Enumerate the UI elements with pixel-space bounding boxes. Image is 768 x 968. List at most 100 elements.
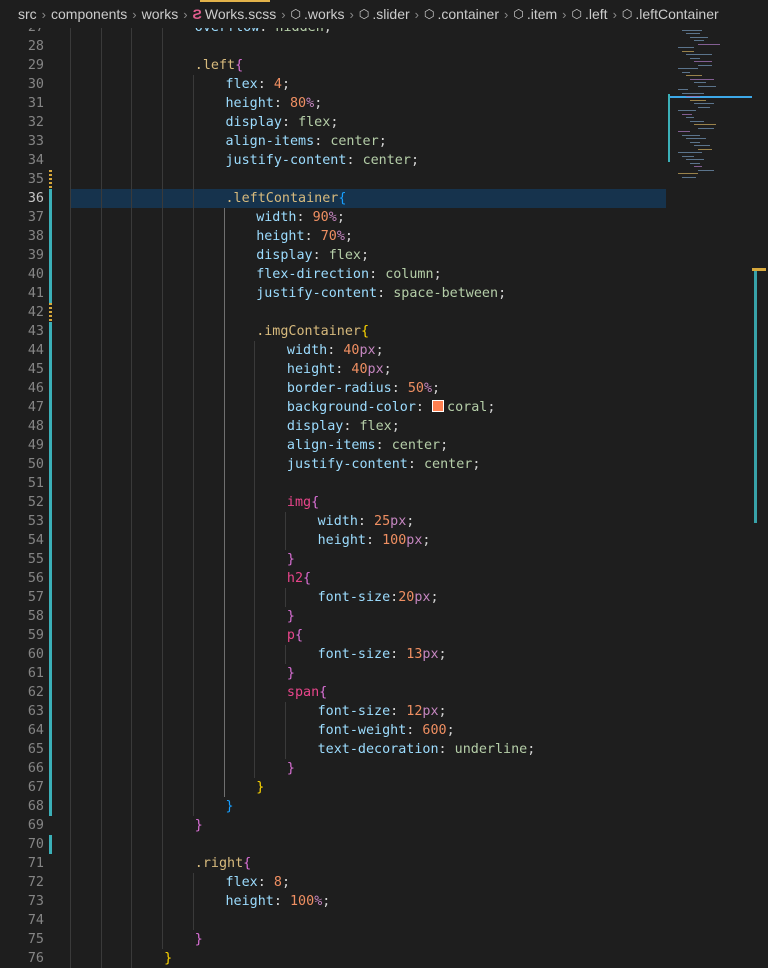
code-line[interactable]: 29 .left{ — [0, 56, 768, 75]
gutter-modified-marker[interactable] — [49, 436, 52, 455]
code-line[interactable]: 76} — [0, 949, 768, 968]
gutter-modified-marker[interactable] — [49, 474, 52, 493]
code-line[interactable]: 31 height: 80%; — [0, 94, 768, 113]
code-line[interactable]: 35 — [0, 170, 768, 189]
code-line[interactable]: 50 justify-content: center; — [0, 455, 768, 474]
code-line[interactable]: 70 — [0, 835, 768, 854]
indent-guide — [100, 626, 102, 645]
code-line[interactable]: 61} — [0, 664, 768, 683]
code-line[interactable]: 49 align-items: center; — [0, 436, 768, 455]
breadcrumb-item[interactable]: ⬡ .container — [424, 6, 499, 22]
code-line[interactable]: 28 — [0, 37, 768, 56]
scrollbar-change-markers[interactable] — [754, 268, 757, 523]
code-line[interactable]: 33 align-items: center; — [0, 132, 768, 151]
code-line[interactable]: 73 height: 100%; — [0, 892, 768, 911]
gutter-modified-marker[interactable] — [49, 322, 52, 341]
gutter-modified-marker[interactable] — [49, 588, 52, 607]
code-line[interactable]: 60 font-size: 13px; — [0, 645, 768, 664]
gutter-modified-marker[interactable] — [49, 607, 52, 626]
minimap[interactable] — [668, 24, 756, 194]
gutter-modified-marker[interactable] — [49, 683, 52, 702]
gutter-modified-marker[interactable] — [49, 208, 52, 227]
code-line[interactable]: 67} — [0, 778, 768, 797]
code-line[interactable]: 38 height: 70%; — [0, 227, 768, 246]
gutter-modified-marker[interactable] — [49, 227, 52, 246]
code-line[interactable]: 53 width: 25px; — [0, 512, 768, 531]
code-line[interactable]: 69} — [0, 816, 768, 835]
code-line[interactable]: 75} — [0, 930, 768, 949]
breadcrumb-item[interactable]: ⬡ .slider — [359, 6, 410, 22]
breadcrumb-item[interactable]: ⬡ .item — [513, 6, 557, 22]
code-line[interactable]: 40 flex-direction: column; — [0, 265, 768, 284]
gutter-modified-marker[interactable] — [49, 360, 52, 379]
gutter-modified-marker[interactable] — [49, 512, 52, 531]
code-line[interactable]: 56 h2{ — [0, 569, 768, 588]
gutter-modified-marker[interactable] — [49, 778, 52, 797]
code-line[interactable]: 65 text-decoration: underline; — [0, 740, 768, 759]
breadcrumb-item[interactable]: ⬡ .leftContainer — [622, 6, 719, 22]
code-line[interactable]: 45 height: 40px; — [0, 360, 768, 379]
gutter-modified-marker[interactable] — [49, 265, 52, 284]
breadcrumb-item[interactable]: works — [142, 6, 179, 22]
code-line[interactable]: 32 display: flex; — [0, 113, 768, 132]
code-line[interactable]: 37 width: 90%; — [0, 208, 768, 227]
code-line[interactable]: 63 font-size: 12px; — [0, 702, 768, 721]
color-swatch-icon[interactable] — [432, 400, 445, 412]
code-line[interactable]: 44 width: 40px; — [0, 341, 768, 360]
code-line[interactable]: 42 — [0, 303, 768, 322]
gutter-modified-marker[interactable] — [49, 531, 52, 550]
code-editor[interactable]: 27overflow: hidden;2829.left{30flex: 4;3… — [0, 0, 768, 968]
gutter-modified-marker[interactable] — [49, 341, 52, 360]
breadcrumb-item[interactable]: ⬡ .works — [291, 6, 345, 22]
gutter-modified-marker[interactable] — [49, 284, 52, 303]
breadcrumb-item[interactable]: Ƨ Works.scss — [193, 6, 277, 22]
gutter-modified-marker[interactable] — [49, 721, 52, 740]
gutter-modified-marker[interactable] — [49, 664, 52, 683]
gutter-modified-marker[interactable] — [49, 740, 52, 759]
code-line[interactable]: 54 height: 100px; — [0, 531, 768, 550]
code-line[interactable]: 59 p{ — [0, 626, 768, 645]
breadcrumb-item[interactable]: ⬡ .left — [572, 6, 608, 22]
code-line[interactable]: 58} — [0, 607, 768, 626]
gutter-modified-marker[interactable] — [49, 759, 52, 778]
code-line[interactable]: 62 span{ — [0, 683, 768, 702]
gutter-modified-marker[interactable] — [49, 455, 52, 474]
minimap-viewport[interactable] — [670, 96, 752, 98]
gutter-modified-marker[interactable] — [49, 550, 52, 569]
code-line[interactable]: 57 font-size:20px; — [0, 588, 768, 607]
gutter-modified-marker[interactable] — [49, 189, 52, 208]
code-line[interactable]: 51 — [0, 474, 768, 493]
breadcrumb-item[interactable]: src — [18, 6, 37, 22]
code-line[interactable]: 48 display: flex; — [0, 417, 768, 436]
gutter-modified-marker[interactable] — [49, 702, 52, 721]
breadcrumb-item[interactable]: components — [51, 6, 127, 22]
code-line[interactable]: 41 justify-content: space-between; — [0, 284, 768, 303]
code-line[interactable]: 55} — [0, 550, 768, 569]
gutter-warning-marker[interactable] — [49, 303, 52, 322]
code-line[interactable]: 43 .imgContainer{ — [0, 322, 768, 341]
code-line[interactable]: 30 flex: 4; — [0, 75, 768, 94]
code-line[interactable]: 71 .right{ — [0, 854, 768, 873]
code-line[interactable]: 66} — [0, 759, 768, 778]
code-line[interactable]: 74 — [0, 911, 768, 930]
code-line[interactable]: 47 background-color: coral; — [0, 398, 768, 417]
gutter-modified-marker[interactable] — [49, 398, 52, 417]
code-line[interactable]: 68} — [0, 797, 768, 816]
gutter-modified-marker[interactable] — [49, 569, 52, 588]
code-line[interactable]: 64 font-weight: 600; — [0, 721, 768, 740]
gutter-warning-marker[interactable] — [49, 170, 52, 189]
gutter-modified-marker[interactable] — [49, 626, 52, 645]
gutter-modified-marker[interactable] — [49, 797, 52, 816]
gutter-modified-marker[interactable] — [49, 246, 52, 265]
code-line[interactable]: 36 .leftContainer{ — [0, 189, 768, 208]
code-line[interactable]: 39 display: flex; — [0, 246, 768, 265]
code-line[interactable]: 72 flex: 8; — [0, 873, 768, 892]
gutter-modified-marker[interactable] — [49, 645, 52, 664]
gutter-modified-marker[interactable] — [49, 493, 52, 512]
code-line[interactable]: 46 border-radius: 50%; — [0, 379, 768, 398]
code-line[interactable]: 52 img{ — [0, 493, 768, 512]
gutter-modified-marker[interactable] — [49, 379, 52, 398]
gutter-modified-marker[interactable] — [49, 417, 52, 436]
gutter-modified-marker[interactable] — [49, 835, 52, 854]
code-line[interactable]: 34 justify-content: center; — [0, 151, 768, 170]
